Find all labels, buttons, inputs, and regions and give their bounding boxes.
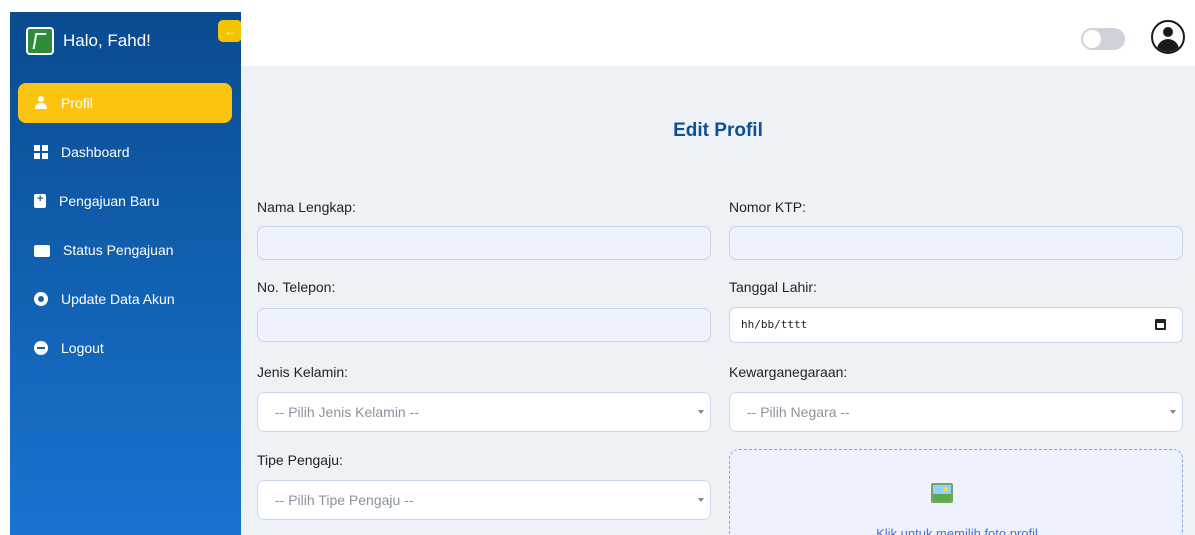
chevron-down-icon	[698, 498, 704, 502]
sidebar-item-profil[interactable]: Profil	[18, 83, 232, 123]
calendar-icon[interactable]	[1155, 319, 1166, 330]
sidebar: Halo, Fahd! Profil Dashboard Pengajuan B…	[10, 12, 241, 535]
photo-upload-dropzone[interactable]: Klik untuk memilih foto profil	[729, 449, 1183, 535]
image-icon	[931, 483, 953, 503]
jenis-kelamin-label: Jenis Kelamin:	[257, 364, 349, 380]
app-root: Halo, Fahd! Profil Dashboard Pengajuan B…	[0, 0, 1195, 535]
sidebar-item-status-pengajuan[interactable]: Status Pengajuan	[18, 230, 232, 270]
user-avatar-icon[interactable]	[1151, 20, 1185, 54]
nama-lengkap-label: Nama Lengkap:	[257, 199, 356, 215]
tanggal-lahir-label: Tanggal Lahir:	[729, 279, 817, 295]
theme-toggle[interactable]	[1081, 28, 1125, 50]
sidebar-item-label: Update Data Akun	[61, 291, 175, 307]
tipe-pengaju-select[interactable]: -- Pilih Tipe Pengaju --	[257, 480, 711, 520]
sidebar-item-update-data-akun[interactable]: Update Data Akun	[18, 279, 232, 319]
tanggal-lahir-placeholder: hh/bb/tttt	[741, 318, 808, 331]
no-telepon-input[interactable]	[257, 308, 711, 342]
kewarganegaraan-label: Kewarganegaraan:	[729, 364, 848, 380]
folder-icon	[34, 245, 50, 257]
main-content: Edit Profil Nama Lengkap: Nomor KTP: No.…	[241, 66, 1195, 535]
no-telepon-label: No. Telepon:	[257, 279, 336, 295]
kewarganegaraan-select[interactable]: -- Pilih Negara --	[729, 392, 1183, 432]
upload-hint: Klik untuk memilih foto profil	[876, 526, 1038, 535]
file-plus-icon	[34, 193, 46, 208]
nama-lengkap-input[interactable]	[257, 226, 711, 260]
sidebar-item-pengajuan-baru[interactable]: Pengajuan Baru	[18, 181, 232, 221]
sidebar-item-label: Logout	[61, 340, 104, 356]
tanggal-lahir-input[interactable]: hh/bb/tttt	[729, 307, 1183, 343]
tipe-pengaju-selected: -- Pilih Tipe Pengaju --	[275, 492, 414, 508]
page-title: Edit Profil	[673, 120, 763, 141]
logout-icon	[34, 341, 48, 355]
sidebar-nav: Profil Dashboard Pengajuan Baru Status P…	[18, 83, 232, 377]
sidebar-collapse-button[interactable]: ←	[218, 20, 242, 42]
dashboard-icon	[34, 145, 48, 159]
tipe-pengaju-label: Tipe Pengaju:	[257, 452, 343, 468]
sidebar-item-label: Dashboard	[61, 144, 130, 160]
brand: Halo, Fahd!	[26, 26, 151, 56]
sidebar-item-logout[interactable]: Logout	[18, 328, 232, 368]
kewarganegaraan-selected: -- Pilih Negara --	[747, 404, 850, 420]
brand-greeting: Halo, Fahd!	[63, 31, 151, 50]
jenis-kelamin-select[interactable]: -- Pilih Jenis Kelamin --	[257, 392, 711, 432]
nomor-ktp-label: Nomor KTP:	[729, 199, 807, 215]
user-icon	[34, 96, 48, 110]
sidebar-item-label: Pengajuan Baru	[59, 193, 160, 209]
chevron-down-icon	[1170, 410, 1176, 414]
brand-logo-icon	[26, 27, 54, 55]
sidebar-item-label: Profil	[61, 95, 93, 111]
nomor-ktp-input[interactable]	[729, 226, 1183, 260]
sidebar-item-label: Status Pengajuan	[63, 242, 174, 258]
topbar	[241, 12, 1195, 66]
chevron-down-icon	[698, 410, 704, 414]
gear-icon	[34, 292, 48, 306]
jenis-kelamin-selected: -- Pilih Jenis Kelamin --	[275, 404, 419, 420]
sidebar-item-dashboard[interactable]: Dashboard	[18, 132, 232, 172]
